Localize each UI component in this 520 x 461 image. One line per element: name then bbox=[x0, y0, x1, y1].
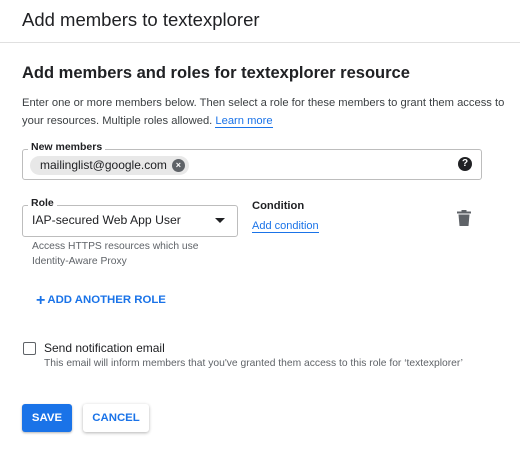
save-button[interactable]: SAVE bbox=[22, 404, 72, 432]
trash-icon[interactable] bbox=[457, 210, 471, 226]
add-another-role-label: ADD ANOTHER ROLE bbox=[47, 294, 166, 306]
dropdown-arrow-icon[interactable] bbox=[215, 218, 225, 223]
intro-text: Enter one or more members below. Then se… bbox=[22, 94, 512, 130]
role-label: Role bbox=[28, 197, 57, 209]
help-icon[interactable]: ? bbox=[458, 157, 472, 171]
send-notification-checkbox[interactable] bbox=[23, 342, 36, 355]
new-members-label: New members bbox=[28, 141, 106, 153]
role-description: Access HTTPS resources which use Identit… bbox=[32, 241, 199, 267]
dialog-title: Add members to textexplorer bbox=[22, 9, 260, 30]
add-another-role-button[interactable]: + ADD ANOTHER ROLE bbox=[36, 292, 166, 310]
cancel-circle-icon[interactable]: × bbox=[171, 159, 185, 172]
learn-more-link[interactable]: Learn more bbox=[215, 115, 273, 128]
section-heading: Add members and roles for textexplorer r… bbox=[22, 64, 410, 82]
cancel-button[interactable]: CANCEL bbox=[83, 404, 149, 432]
add-condition-link[interactable]: Add condition bbox=[252, 220, 319, 233]
member-chip-label: mailinglist@google.com bbox=[40, 158, 167, 172]
send-notification-description: This email will inform members that you'… bbox=[44, 358, 463, 369]
member-chip: mailinglist@google.com × bbox=[30, 156, 189, 175]
plus-icon: + bbox=[36, 292, 46, 309]
role-selected-value: IAP-secured Web App User bbox=[32, 213, 181, 227]
send-notification-label: Send notification email bbox=[44, 341, 165, 355]
dialog-header: Add members to textexplorer bbox=[0, 0, 520, 43]
condition-title: Condition bbox=[252, 200, 305, 212]
